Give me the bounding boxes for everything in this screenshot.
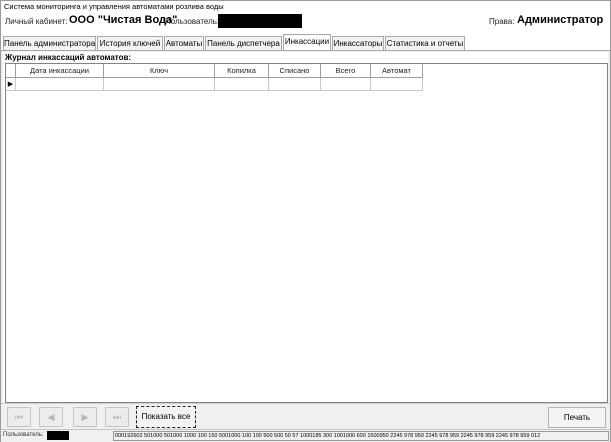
col-header-machine[interactable]: Автомат bbox=[371, 64, 423, 78]
cell-key[interactable] bbox=[104, 78, 215, 91]
status-user-label: Пользователь: bbox=[3, 432, 44, 438]
table-row[interactable]: ▶ bbox=[6, 78, 423, 91]
tab-collectors[interactable]: Инкассаторы bbox=[332, 36, 384, 50]
first-icon: ⏮ bbox=[14, 412, 24, 422]
rights-value: Администратор bbox=[517, 14, 604, 26]
tab-admin-panel[interactable]: Панель администратора bbox=[3, 36, 96, 50]
info-bar: Личный кабинет: ООО "Чистая Вода" Пользо… bbox=[1, 12, 610, 34]
col-header-written-off[interactable]: Списано bbox=[269, 64, 321, 78]
main-window: Система мониторинга и управления автомат… bbox=[0, 0, 611, 442]
journal-title: Журнал инкассаций автоматов: bbox=[5, 53, 132, 62]
prev-record-button[interactable]: ◀ bbox=[39, 407, 63, 427]
col-header-bank[interactable]: Копилка bbox=[215, 64, 269, 78]
status-bar: Пользователь: 000192602 501000 501000 10… bbox=[1, 429, 610, 442]
user-label: Пользователь: bbox=[165, 17, 220, 26]
user-name-redacted bbox=[218, 14, 302, 28]
window-title: Система мониторинга и управления автомат… bbox=[1, 1, 610, 12]
next-record-button[interactable]: ▶ bbox=[73, 407, 97, 427]
col-header-date[interactable]: Дата инкассации bbox=[16, 64, 104, 78]
cell-date[interactable] bbox=[16, 78, 104, 91]
tab-key-history[interactable]: История ключей bbox=[97, 36, 163, 50]
first-record-button[interactable]: ⏮ bbox=[7, 407, 31, 427]
grid-header: Дата инкассации Ключ Копилка Списано Все… bbox=[6, 64, 423, 78]
cell-bank[interactable] bbox=[215, 78, 269, 91]
tab-statistics[interactable]: Статистика и отчеты bbox=[385, 36, 465, 50]
last-icon: ⏭ bbox=[112, 412, 122, 422]
status-user-redacted bbox=[47, 431, 69, 440]
prev-icon: ◀ bbox=[47, 412, 55, 422]
col-header-key[interactable]: Ключ bbox=[104, 64, 215, 78]
cell-written-off[interactable] bbox=[269, 78, 321, 91]
rights-label: Права: bbox=[489, 17, 515, 26]
cell-total[interactable] bbox=[321, 78, 371, 91]
collections-panel: Журнал инкассаций автоматов: Дата инкасс… bbox=[3, 52, 608, 403]
status-codes: 000192602 501000 501000 1000 100 150 500… bbox=[113, 431, 609, 441]
tab-dispatcher-panel[interactable]: Панель диспетчера bbox=[205, 36, 282, 50]
row-selector-icon[interactable]: ▶ bbox=[6, 78, 16, 91]
cell-machine[interactable] bbox=[371, 78, 423, 91]
next-icon: ▶ bbox=[81, 412, 89, 422]
show-all-button[interactable]: Показать все bbox=[136, 406, 196, 428]
print-button[interactable]: Печать bbox=[548, 407, 606, 428]
row-header-corner bbox=[6, 64, 16, 78]
bottom-toolbar: ⏮ ◀ ▶ ⏭ Показать все Печать bbox=[1, 403, 610, 430]
cabinet-value: ООО "Чистая Вода" bbox=[69, 14, 178, 26]
cabinet-label: Личный кабинет: bbox=[5, 17, 68, 26]
last-record-button[interactable]: ⏭ bbox=[105, 407, 129, 427]
tab-divider bbox=[1, 50, 610, 51]
tab-collections[interactable]: Инкассации bbox=[283, 34, 331, 50]
collections-grid[interactable]: Дата инкассации Ключ Копилка Списано Все… bbox=[5, 63, 608, 403]
tab-machines[interactable]: Автоматы bbox=[164, 36, 204, 50]
tab-bar: Панель администратора История ключей Авт… bbox=[1, 34, 610, 51]
col-header-total[interactable]: Всего bbox=[321, 64, 371, 78]
